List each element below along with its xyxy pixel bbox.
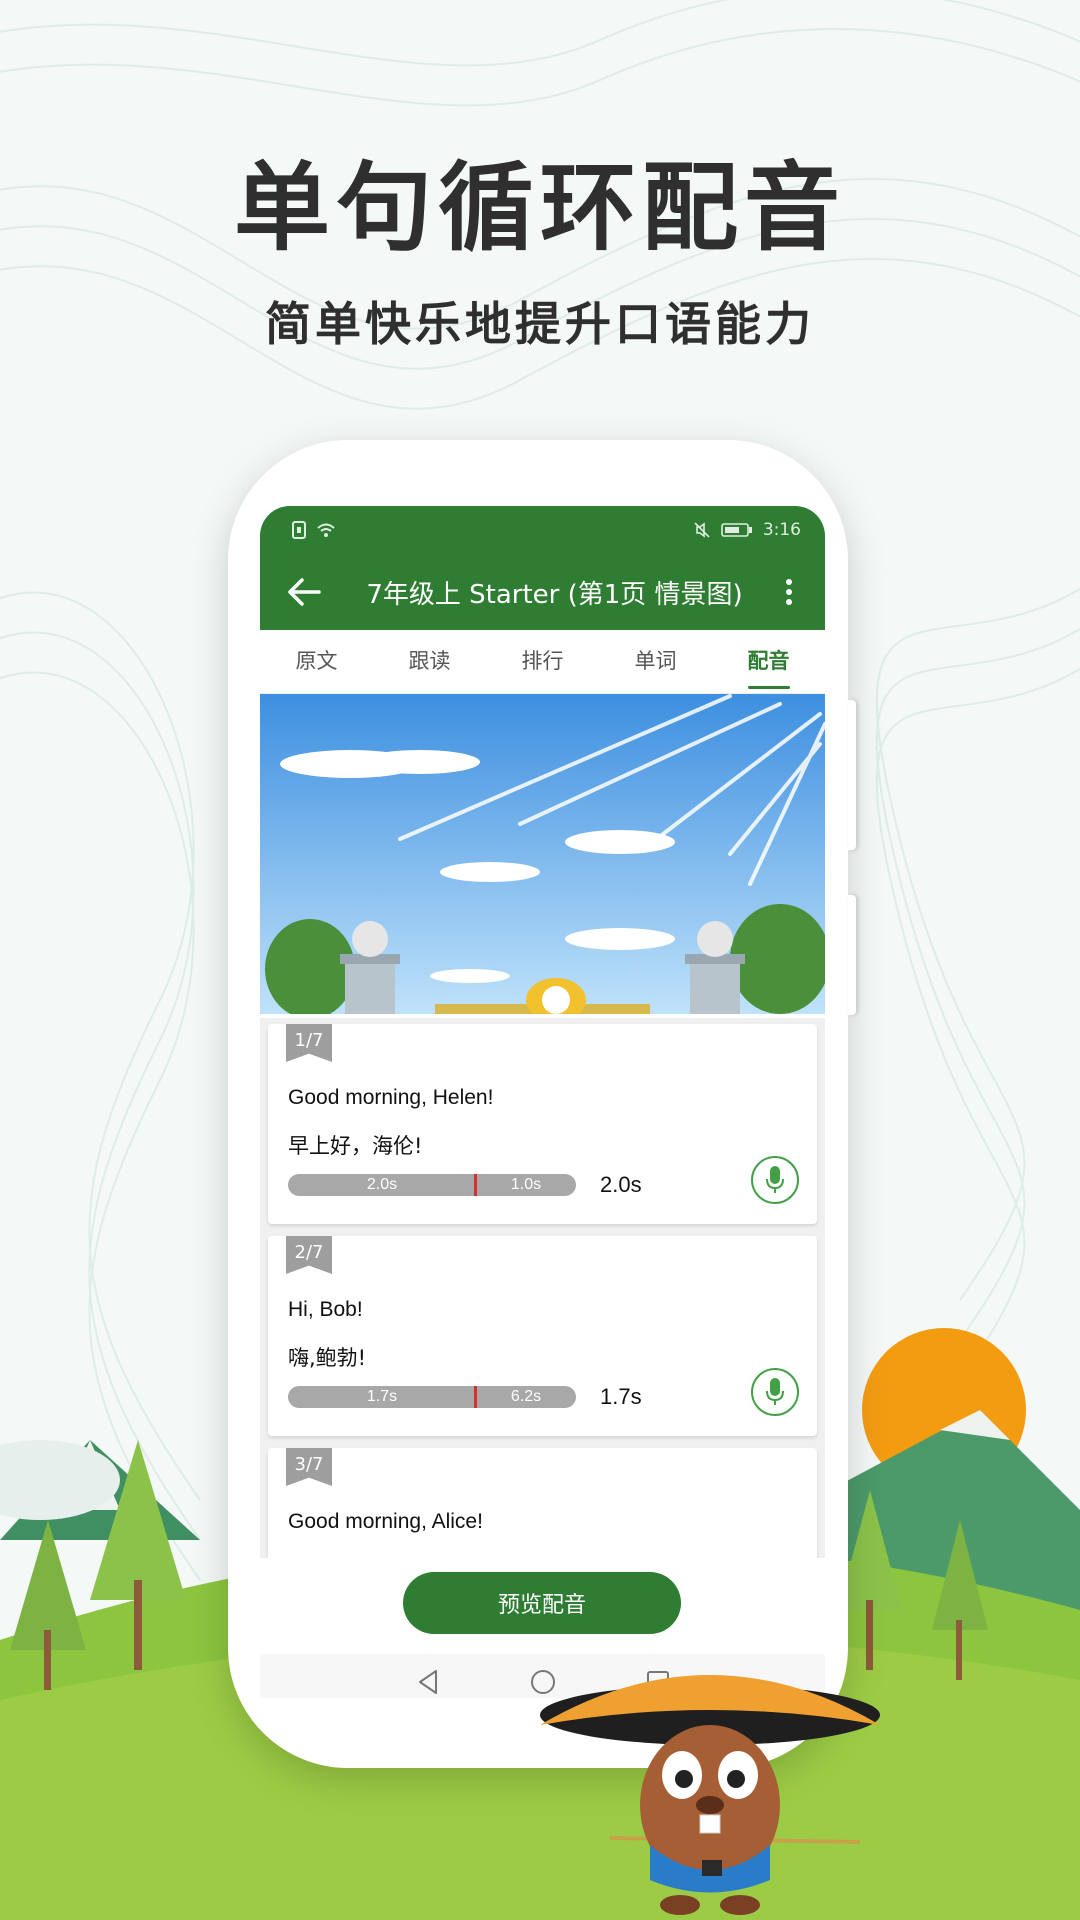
mascot-illustration bbox=[540, 1675, 880, 1915]
tab-follow-read[interactable]: 跟读 bbox=[373, 630, 486, 693]
tab-ranking[interactable]: 排行 bbox=[486, 630, 599, 693]
record-button[interactable] bbox=[751, 1368, 799, 1416]
timeline-segment-end: 1.0s bbox=[510, 1176, 542, 1193]
more-vert-icon bbox=[786, 579, 792, 605]
phone-volume-button bbox=[848, 700, 856, 850]
duration-label: 1.7s bbox=[600, 1384, 642, 1409]
timeline-marker[interactable] bbox=[474, 1386, 477, 1408]
timeline-segment-end: 6.2s bbox=[510, 1388, 542, 1405]
duration-label: 2.0s bbox=[600, 1172, 642, 1197]
sentence-chinese: 嗨,鲍勃! bbox=[288, 1346, 367, 1370]
microphone-icon bbox=[766, 1378, 784, 1405]
app-bar: 7年级上 Starter (第1页 情景图) bbox=[260, 554, 825, 630]
timeline-marker[interactable] bbox=[474, 1174, 477, 1196]
sentence-card[interactable]: 1/7 Good morning, Helen! 早上好，海伦! 2.0s 1.… bbox=[268, 1024, 817, 1224]
timeline-bar[interactable]: 1.7s 6.2s bbox=[288, 1386, 576, 1408]
timeline-segment-start: 2.0s bbox=[366, 1176, 398, 1193]
tab-original[interactable]: 原文 bbox=[260, 630, 373, 693]
phone-screen: 3:16 7年级上 Starter (第1页 情景图) 原文 跟读 排行 单词 … bbox=[260, 506, 825, 1698]
bottom-action-area: 预览配音 bbox=[260, 1558, 825, 1654]
status-bar: 3:16 bbox=[260, 506, 825, 554]
sim-icon bbox=[292, 521, 306, 539]
sentence-list[interactable]: 1/7 Good morning, Helen! 早上好，海伦! 2.0s 1.… bbox=[260, 1018, 825, 1558]
page-title: 7年级上 Starter (第1页 情景图) bbox=[366, 579, 743, 610]
sentence-index-badge: 3/7 bbox=[286, 1448, 332, 1486]
sentence-english: Hi, Bob! bbox=[288, 1298, 363, 1321]
more-options-button[interactable] bbox=[769, 578, 809, 606]
mute-icon bbox=[694, 522, 710, 538]
record-button[interactable] bbox=[751, 1156, 799, 1204]
sentence-card[interactable]: 3/7 Good morning, Alice! bbox=[268, 1448, 817, 1558]
tab-bar: 原文 跟读 排行 单词 配音 bbox=[260, 630, 825, 694]
sentence-index-badge: 2/7 bbox=[286, 1236, 332, 1274]
timeline-segment-start: 1.7s bbox=[366, 1388, 398, 1405]
promo-subline: 简单快乐地提升口语能力 bbox=[265, 297, 815, 351]
back-button[interactable] bbox=[276, 577, 332, 607]
sentence-chinese: 早上好，海伦! bbox=[288, 1134, 423, 1158]
phone-power-button bbox=[848, 895, 856, 1015]
preview-dubbing-button[interactable]: 预览配音 bbox=[403, 1572, 681, 1634]
back-arrow-icon bbox=[288, 578, 321, 606]
sentence-card[interactable]: 2/7 Hi, Bob! 嗨,鲍勃! 1.7s 6.2s 1.7s bbox=[268, 1236, 817, 1436]
status-time: 3:16 bbox=[762, 520, 801, 540]
sentence-english: Good morning, Helen! bbox=[288, 1086, 494, 1109]
sentence-english: Good morning, Alice! bbox=[288, 1510, 483, 1533]
timeline-bar[interactable]: 2.0s 1.0s bbox=[288, 1174, 576, 1196]
promo-headline: 单句循环配音 bbox=[234, 152, 846, 264]
wifi-icon bbox=[317, 523, 335, 537]
tab-dubbing[interactable]: 配音 bbox=[712, 630, 825, 693]
scene-illustration bbox=[260, 694, 825, 1022]
battery-icon bbox=[721, 523, 752, 537]
sentence-index-badge: 1/7 bbox=[286, 1024, 332, 1062]
tab-words[interactable]: 单词 bbox=[599, 630, 712, 693]
nav-back-icon[interactable] bbox=[416, 1669, 440, 1695]
microphone-icon bbox=[766, 1166, 784, 1193]
